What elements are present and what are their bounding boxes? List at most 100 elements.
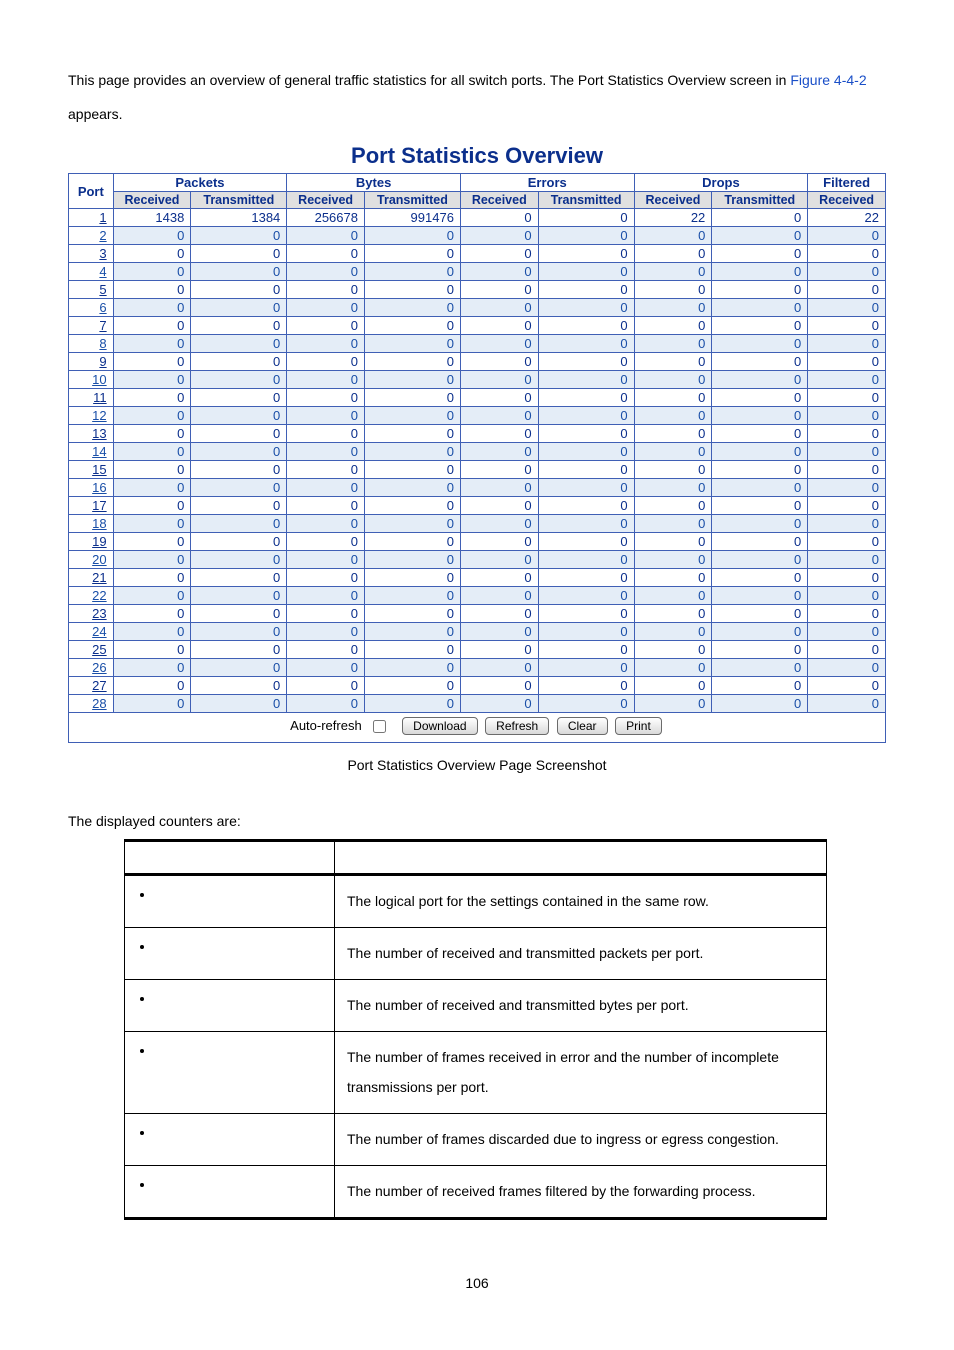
stat-cell: 0 (191, 623, 287, 641)
port-link[interactable]: 26 (69, 659, 114, 677)
stat-cell: 0 (460, 623, 538, 641)
stat-cell: 0 (712, 245, 808, 263)
figure-link[interactable]: Figure 4-4-2 (790, 72, 866, 88)
port-link[interactable]: 16 (69, 479, 114, 497)
stat-cell: 0 (712, 605, 808, 623)
stat-cell: 0 (808, 227, 886, 245)
port-link[interactable]: 4 (69, 263, 114, 281)
port-link[interactable]: 2 (69, 227, 114, 245)
stat-cell: 0 (287, 335, 365, 353)
auto-refresh-checkbox[interactable] (373, 720, 386, 733)
stat-cell: 0 (712, 227, 808, 245)
stat-cell: 0 (538, 641, 634, 659)
port-link[interactable]: 15 (69, 461, 114, 479)
stat-cell: 0 (113, 299, 191, 317)
stat-cell: 0 (460, 551, 538, 569)
stat-cell: 0 (538, 677, 634, 695)
port-link[interactable]: 25 (69, 641, 114, 659)
port-link[interactable]: 7 (69, 317, 114, 335)
stat-cell: 0 (538, 569, 634, 587)
stat-cell: 0 (287, 551, 365, 569)
refresh-button[interactable]: Refresh (485, 717, 549, 735)
port-link[interactable]: 5 (69, 281, 114, 299)
desc-label-cell (125, 1166, 335, 1219)
port-link[interactable]: 24 (69, 623, 114, 641)
stat-cell: 0 (287, 605, 365, 623)
stat-cell: 0 (808, 677, 886, 695)
port-link[interactable]: 20 (69, 551, 114, 569)
stat-cell: 0 (287, 227, 365, 245)
table-row: 19000000000 (69, 533, 886, 551)
stat-cell: 0 (538, 479, 634, 497)
col-drops: Drops (634, 174, 808, 192)
col-errors: Errors (460, 174, 634, 192)
stat-cell: 0 (808, 533, 886, 551)
stat-cell: 0 (712, 551, 808, 569)
print-button[interactable]: Print (615, 717, 662, 735)
stat-cell: 0 (460, 677, 538, 695)
stat-cell: 0 (287, 497, 365, 515)
port-link[interactable]: 6 (69, 299, 114, 317)
stat-cell: 0 (287, 353, 365, 371)
stat-cell: 0 (287, 623, 365, 641)
port-link[interactable]: 19 (69, 533, 114, 551)
stat-cell: 0 (808, 299, 886, 317)
desc-label-cell (125, 875, 335, 928)
port-link[interactable]: 8 (69, 335, 114, 353)
port-link[interactable]: 10 (69, 371, 114, 389)
port-link[interactable]: 21 (69, 569, 114, 587)
stat-cell: 0 (287, 533, 365, 551)
stat-cell: 0 (634, 659, 712, 677)
stat-cell: 0 (712, 389, 808, 407)
stat-cell: 0 (460, 443, 538, 461)
stat-cell: 0 (113, 605, 191, 623)
clear-button[interactable]: Clear (557, 717, 608, 735)
col-sub-8: Received (808, 192, 886, 209)
stat-cell: 0 (287, 389, 365, 407)
port-link[interactable]: 13 (69, 425, 114, 443)
desc-label-cell (125, 1031, 335, 1114)
stat-cell: 0 (287, 677, 365, 695)
stat-cell: 0 (287, 245, 365, 263)
port-link[interactable]: 22 (69, 587, 114, 605)
page-number: 106 (68, 1275, 886, 1291)
desc-text-cell: The logical port for the settings contai… (335, 875, 827, 928)
desc-row: The number of received frames filtered b… (125, 1166, 827, 1219)
stat-cell: 0 (364, 389, 460, 407)
stat-cell: 0 (364, 623, 460, 641)
port-link[interactable]: 3 (69, 245, 114, 263)
stat-cell: 0 (634, 317, 712, 335)
port-link[interactable]: 14 (69, 443, 114, 461)
stat-cell: 0 (364, 677, 460, 695)
port-link[interactable]: 27 (69, 677, 114, 695)
stat-cell: 0 (287, 659, 365, 677)
port-link[interactable]: 23 (69, 605, 114, 623)
stat-cell: 0 (808, 425, 886, 443)
stat-cell: 991476 (364, 209, 460, 227)
stat-cell: 0 (634, 695, 712, 713)
port-link[interactable]: 11 (69, 389, 114, 407)
stat-cell: 1384 (191, 209, 287, 227)
port-link[interactable]: 1 (69, 209, 114, 227)
port-link[interactable]: 12 (69, 407, 114, 425)
port-link[interactable]: 9 (69, 353, 114, 371)
stat-cell: 0 (191, 263, 287, 281)
port-link[interactable]: 28 (69, 695, 114, 713)
stat-cell: 0 (538, 497, 634, 515)
download-button[interactable]: Download (402, 717, 477, 735)
desc-label-cell (125, 1114, 335, 1166)
port-link[interactable]: 17 (69, 497, 114, 515)
stat-cell: 0 (191, 497, 287, 515)
stat-cell: 0 (634, 641, 712, 659)
port-link[interactable]: 18 (69, 515, 114, 533)
stat-cell: 0 (634, 281, 712, 299)
stat-cell: 0 (538, 515, 634, 533)
col-sub-3: Transmitted (364, 192, 460, 209)
counters-description-table: The logical port for the settings contai… (124, 839, 827, 1220)
stat-cell: 0 (460, 497, 538, 515)
stat-cell: 0 (460, 299, 538, 317)
stat-cell: 0 (113, 623, 191, 641)
table-row: 26000000000 (69, 659, 886, 677)
stat-cell: 0 (808, 587, 886, 605)
table-row: 22000000000 (69, 587, 886, 605)
